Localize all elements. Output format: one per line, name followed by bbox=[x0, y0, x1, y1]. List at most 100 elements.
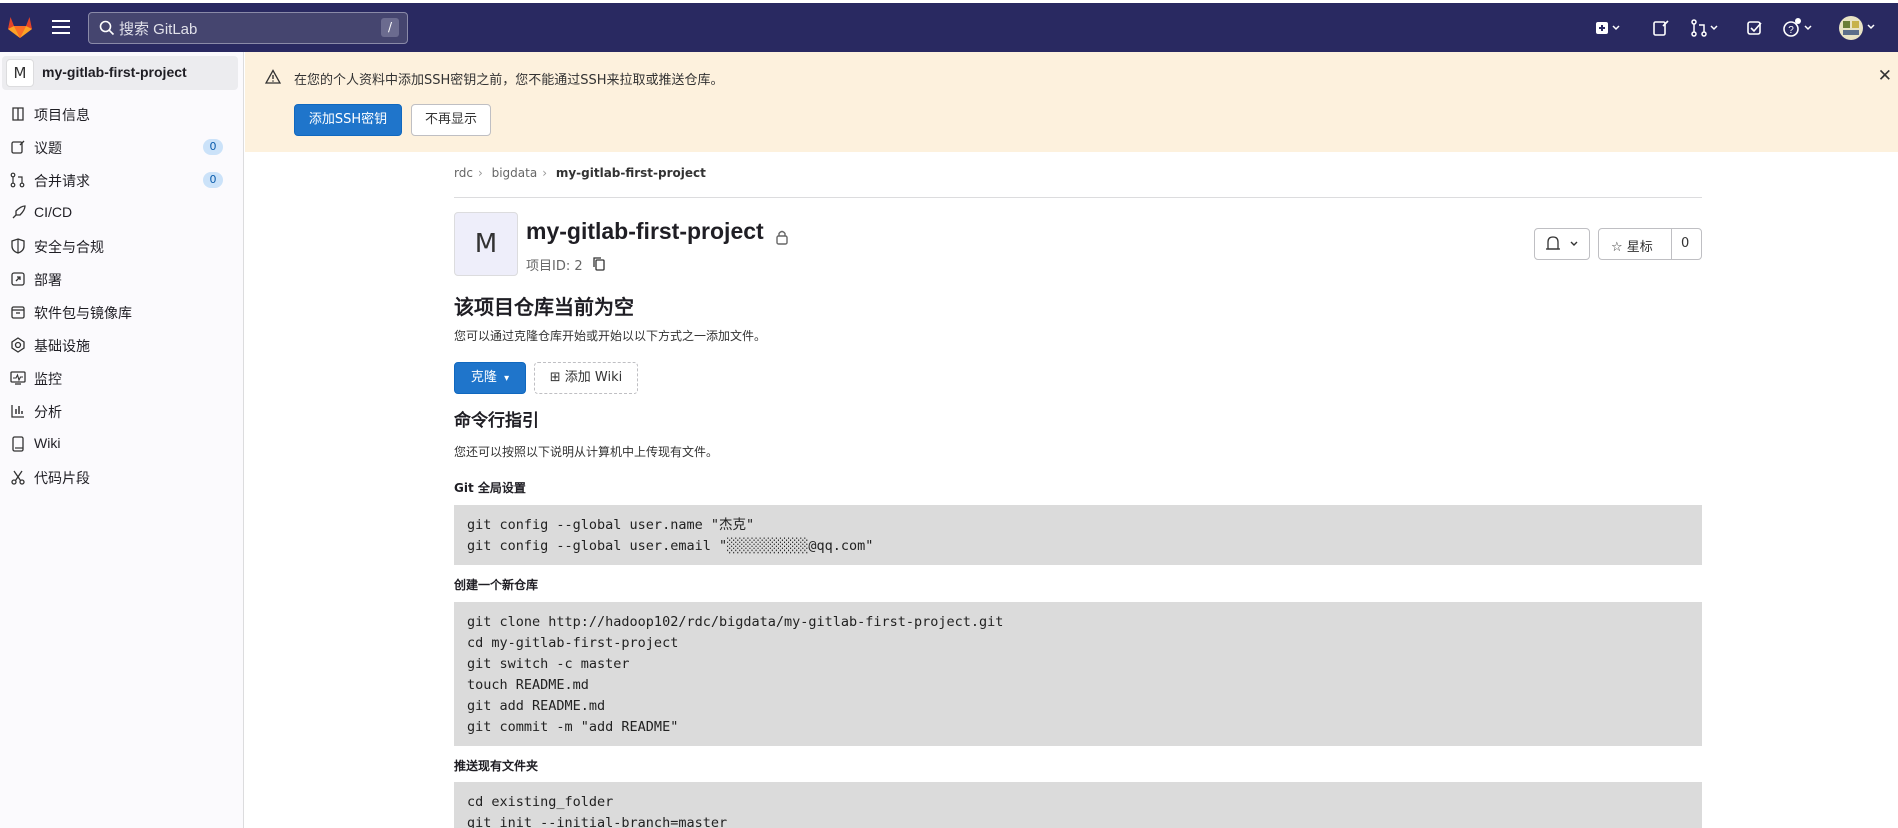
user-menu[interactable] bbox=[1838, 15, 1882, 40]
code-line: touch README.md bbox=[467, 677, 589, 693]
code-line: cd existing_folder bbox=[467, 794, 614, 810]
divider bbox=[1671, 229, 1672, 259]
cloud-gear-icon bbox=[11, 337, 25, 353]
bell-icon bbox=[1546, 236, 1578, 250]
sidebar-item-label: 基础设施 bbox=[34, 338, 90, 354]
sidebar-item-wiki[interactable]: Wiki bbox=[0, 428, 240, 460]
code-line: git switch -c master bbox=[467, 656, 630, 672]
sidebar-project-header[interactable]: M my-gitlab-first-project bbox=[2, 56, 238, 90]
command-line-description: 您还可以按照以下说明从计算机中上传现有文件。 bbox=[454, 445, 719, 459]
issues-shortcut[interactable] bbox=[1652, 17, 1670, 39]
sidebar-item-label: 议题 bbox=[34, 140, 62, 156]
dont-show-again-button[interactable]: 不再显示 bbox=[411, 104, 491, 136]
code-line: git init --initial-branch=master bbox=[467, 815, 728, 828]
sidebar-item-label: 代码片段 bbox=[34, 470, 90, 486]
rocket-icon bbox=[12, 205, 26, 219]
sidebar-item-label: 软件包与镜像库 bbox=[34, 305, 132, 321]
project-avatar-large: M bbox=[454, 212, 518, 276]
search-shortcut-hint: / bbox=[381, 18, 399, 37]
count-badge: 0 bbox=[203, 139, 223, 155]
deploy-icon bbox=[11, 272, 25, 286]
sidebar-item-label: 部署 bbox=[34, 272, 62, 288]
sidebar-item-label: 项目信息 bbox=[34, 107, 90, 123]
sidebar-item-infrastructure[interactable]: 基础设施 bbox=[0, 329, 240, 361]
gitlab-logo-icon[interactable] bbox=[7, 15, 33, 39]
star-icon: ☆ bbox=[1611, 240, 1623, 255]
merge-request-icon bbox=[10, 172, 25, 188]
sidebar-item-analytics[interactable]: 分析 bbox=[0, 395, 240, 427]
sidebar-item-packages[interactable]: 软件包与镜像库 bbox=[0, 296, 240, 328]
code-block: git clone http://hadoop102/rdc/bigdata/m… bbox=[454, 602, 1702, 746]
notification-settings-button[interactable] bbox=[1534, 228, 1590, 260]
sidebar-item-label: 安全与合规 bbox=[34, 239, 104, 255]
code-line: git commit -m "add README" bbox=[467, 719, 679, 735]
add-wiki-button[interactable]: ⊞ 添加 Wiki bbox=[534, 362, 638, 394]
section-title: 推送现有文件夹 bbox=[454, 759, 539, 773]
breadcrumb-link[interactable]: bigdata bbox=[492, 166, 538, 180]
todo-shortcut[interactable] bbox=[1746, 17, 1764, 39]
sidebar-item-project-info[interactable]: 项目信息 bbox=[0, 98, 240, 130]
warning-icon bbox=[265, 69, 281, 84]
code-line: git clone http://hadoop102/rdc/bigdata/m… bbox=[467, 614, 1004, 630]
close-icon[interactable]: ✕ bbox=[1878, 66, 1892, 86]
merge-requests-dropdown[interactable] bbox=[1690, 17, 1722, 39]
breadcrumb-link[interactable]: rdc bbox=[454, 166, 473, 180]
issues-icon bbox=[11, 140, 25, 154]
copy-icon[interactable] bbox=[592, 256, 606, 272]
section-title: 创建一个新仓库 bbox=[454, 578, 539, 592]
star-button[interactable]: ☆ 星标 0 bbox=[1598, 228, 1702, 260]
chart-icon bbox=[11, 405, 24, 418]
code-block: cd existing_folder git init --initial-br… bbox=[454, 782, 1702, 828]
breadcrumb-current[interactable]: my-gitlab-first-project bbox=[556, 166, 706, 180]
package-icon bbox=[11, 306, 25, 319]
star-text: 星标 bbox=[1626, 240, 1653, 255]
sidebar-item-merge-requests[interactable]: 合并请求 0 bbox=[0, 164, 240, 196]
sidebar-item-issues[interactable]: 议题 0 bbox=[0, 131, 240, 163]
shield-icon bbox=[11, 238, 25, 254]
top-navbar: / ? bbox=[0, 0, 1898, 52]
help-dropdown[interactable]: ? bbox=[1782, 17, 1818, 39]
project-avatar: M bbox=[6, 59, 34, 87]
search-input[interactable] bbox=[117, 17, 361, 41]
code-line: git add README.md bbox=[467, 698, 606, 714]
section-title: Git 全局设置 bbox=[454, 481, 526, 495]
sidebar-item-label: 分析 bbox=[34, 404, 62, 420]
scissors-icon bbox=[11, 470, 25, 485]
project-info-icon bbox=[12, 107, 24, 121]
sidebar-item-deploy[interactable]: 部署 bbox=[0, 263, 240, 295]
code-block: git config --global user.name "杰克" git c… bbox=[454, 505, 1702, 565]
monitor-icon bbox=[10, 371, 26, 385]
breadcrumb: rdc › bigdata › my-gitlab-first-project bbox=[454, 166, 706, 180]
code-line: cd my-gitlab-first-project bbox=[467, 635, 679, 651]
sidebar-item-security[interactable]: 安全与合规 bbox=[0, 230, 240, 262]
clone-dropdown-button[interactable]: 克隆 ▾ bbox=[454, 362, 526, 394]
add-ssh-key-button[interactable]: 添加SSH密钥 bbox=[294, 104, 402, 136]
svg-text:?: ? bbox=[1788, 25, 1794, 36]
help-icon: ? bbox=[1783, 18, 1812, 37]
avatar bbox=[1839, 16, 1875, 40]
divider bbox=[454, 197, 1702, 198]
sidebar-item-monitor[interactable]: 监控 bbox=[0, 362, 240, 394]
sidebar-item-label: CI/CD bbox=[34, 204, 73, 220]
sidebar-item-label: Wiki bbox=[34, 435, 61, 451]
star-label: ☆ 星标 bbox=[1611, 236, 1653, 255]
sidebar: M my-gitlab-first-project 项目信息 议题 0 合并请求… bbox=[0, 52, 244, 828]
chevron-down-icon: ▾ bbox=[504, 373, 510, 384]
sidebar-item-snippets[interactable]: 代码片段 bbox=[0, 461, 240, 493]
alert-message: 在您的个人资料中添加SSH密钥之前，您不能通过SSH来拉取或推送仓库。 bbox=[294, 73, 724, 88]
search-box[interactable]: / bbox=[88, 12, 408, 44]
count-badge: 0 bbox=[203, 172, 223, 188]
clone-label: 克隆 bbox=[470, 370, 497, 385]
lock-icon bbox=[776, 230, 788, 245]
add-wiki-label: 添加 Wiki bbox=[564, 370, 623, 385]
new-item-dropdown[interactable] bbox=[1594, 17, 1624, 39]
issue-icon bbox=[1653, 20, 1669, 36]
menu-icon[interactable] bbox=[52, 20, 70, 34]
sidebar-item-cicd[interactable]: CI/CD bbox=[0, 197, 240, 229]
empty-repo-heading: 该项目仓库当前为空 bbox=[454, 295, 634, 319]
command-line-heading: 命令行指引 bbox=[454, 411, 539, 431]
book-icon bbox=[12, 436, 24, 452]
code-line: git config --global user.name "杰克" bbox=[467, 517, 755, 533]
plus-square-icon: ⊞ bbox=[549, 370, 561, 385]
star-count[interactable]: 0 bbox=[1681, 236, 1689, 251]
